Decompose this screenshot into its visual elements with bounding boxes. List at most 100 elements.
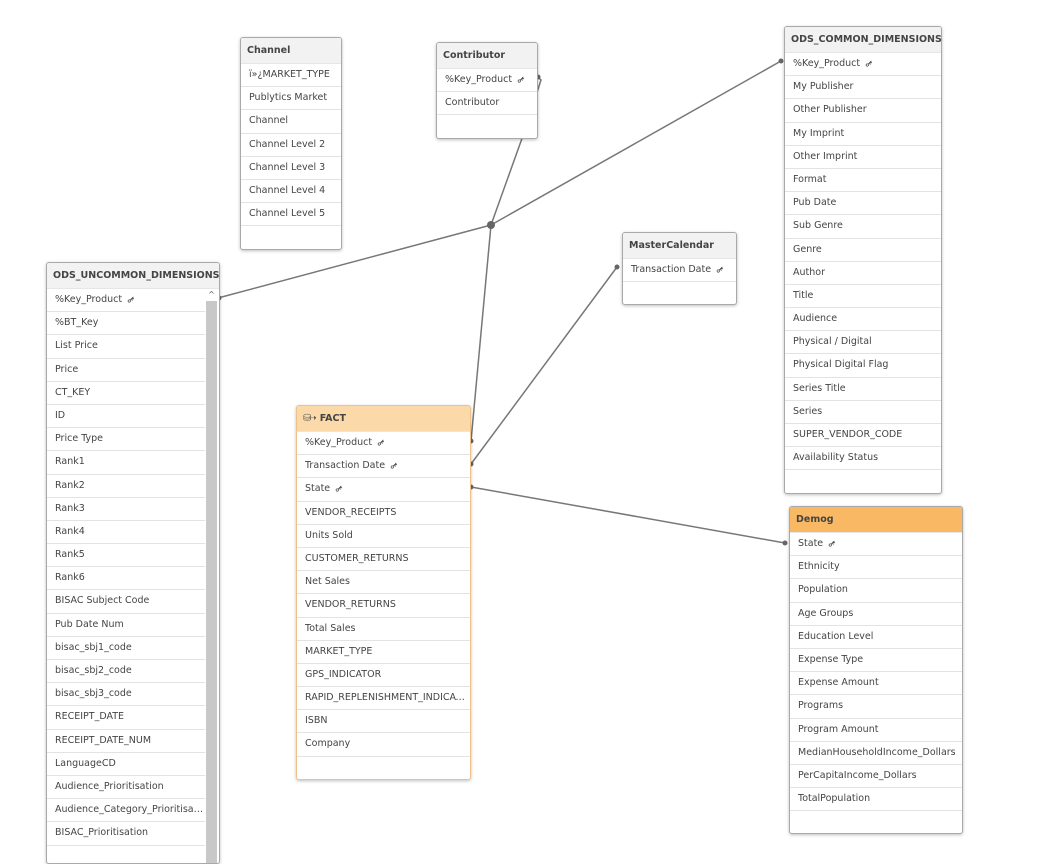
field-row[interactable]: Expense Type bbox=[790, 649, 962, 673]
field-row[interactable]: Program Amount bbox=[790, 719, 962, 742]
field-row[interactable]: Price bbox=[47, 359, 205, 382]
field-row[interactable]: RECEIPT_DATE bbox=[47, 706, 205, 730]
table-header[interactable]: Demog bbox=[790, 507, 962, 533]
field-row[interactable]: Channel Level 5 bbox=[241, 203, 341, 227]
field-row[interactable]: Transaction Date ⚷ bbox=[297, 455, 470, 479]
field-row[interactable]: VENDOR_RETURNS bbox=[297, 594, 470, 618]
link-hub-fact[interactable] bbox=[470, 224, 492, 442]
field-row[interactable]: Company bbox=[297, 733, 470, 757]
field-row[interactable]: %Key_Product ⚷ bbox=[437, 69, 537, 93]
field-row[interactable]: bisac_sbj1_code bbox=[47, 637, 205, 660]
field-row[interactable]: PerCapitaIncome_Dollars bbox=[790, 765, 962, 789]
field-row[interactable]: Publytics Market bbox=[241, 87, 341, 111]
field-row[interactable]: My Imprint bbox=[785, 123, 941, 146]
field-row[interactable]: Physical Digital Flag bbox=[785, 354, 941, 378]
field-row[interactable]: Series bbox=[785, 401, 941, 424]
field-row[interactable]: Programs bbox=[790, 695, 962, 719]
field-row[interactable]: State ⚷ bbox=[297, 478, 470, 502]
field-row[interactable]: Rank1 bbox=[47, 451, 205, 475]
field-row[interactable]: Population bbox=[790, 579, 962, 603]
field-row[interactable]: Transaction Date ⚷ bbox=[623, 259, 736, 283]
table-header[interactable]: Contributor bbox=[437, 43, 537, 69]
table-header[interactable]: ODS_COMMON_DIMENSIONS bbox=[785, 27, 941, 53]
field-row[interactable]: Audience bbox=[785, 308, 941, 332]
table-header[interactable]: MasterCalendar bbox=[623, 233, 736, 259]
table-ods-common[interactable]: ODS_COMMON_DIMENSIONS %Key_Product ⚷ My Pub… bbox=[784, 26, 942, 494]
field-row[interactable]: Rank2 bbox=[47, 475, 205, 498]
field-row[interactable]: SUPER_VENDOR_CODE bbox=[785, 424, 941, 448]
field-row[interactable]: ISBN bbox=[297, 710, 470, 734]
data-model-canvas[interactable]: Channel ï»¿MARKET_TYPE Publytics Market Cha… bbox=[0, 0, 1038, 864]
field-row[interactable]: Rank3 bbox=[47, 498, 205, 521]
field-row[interactable]: Format bbox=[785, 169, 941, 193]
field-row[interactable]: CUSTOMER_RETURNS bbox=[297, 548, 470, 572]
table-ods-uncommon[interactable]: ODS_UNCOMMON_DIMENSIONS %Key_Product ⚷ %BT_… bbox=[46, 262, 220, 864]
field-row[interactable]: RAPID_REPLENISHMENT_INDICATOR bbox=[297, 687, 470, 711]
field-row[interactable]: ID bbox=[47, 405, 205, 429]
field-row[interactable]: Expense Amount bbox=[790, 672, 962, 696]
field-row[interactable]: Other Publisher bbox=[785, 99, 941, 123]
field-row[interactable]: Author bbox=[785, 262, 941, 285]
field-row[interactable]: %Key_Product ⚷ bbox=[297, 432, 470, 456]
field-row[interactable]: Age Groups bbox=[790, 603, 962, 626]
vertical-scrollbar[interactable]: ^ bbox=[206, 289, 217, 863]
field-row[interactable]: Physical / Digital bbox=[785, 331, 941, 355]
link-fact-demog[interactable] bbox=[470, 486, 786, 544]
field-row[interactable]: Rank4 bbox=[47, 521, 205, 545]
field-row[interactable]: MARKET_TYPE bbox=[297, 641, 470, 664]
field-row[interactable]: Title bbox=[785, 285, 941, 309]
field-row[interactable]: Pub Date bbox=[785, 192, 941, 216]
field-row[interactable]: BISAC_Prioritisation bbox=[47, 822, 205, 846]
field-row[interactable]: GPS_INDICATOR bbox=[297, 664, 470, 688]
table-fact[interactable]: ⛁➝ FACT %Key_Product ⚷ Transaction Date ⚷ Stat… bbox=[296, 405, 471, 780]
field-row[interactable]: %BT_Key bbox=[47, 312, 205, 336]
field-row[interactable]: Channel bbox=[241, 110, 341, 134]
field-row[interactable]: Units Sold bbox=[297, 525, 470, 548]
field-row[interactable]: Availability Status bbox=[785, 447, 941, 471]
table-demog[interactable]: Demog State ⚷ Ethnicity Population Age Groups… bbox=[789, 506, 963, 835]
link-fact-mastercalendar[interactable] bbox=[470, 266, 618, 465]
table-header[interactable]: ⛁➝ FACT bbox=[297, 406, 470, 432]
field-row[interactable]: Genre bbox=[785, 239, 941, 262]
field-row[interactable]: Audience_Prioritisation bbox=[47, 776, 205, 800]
field-name: Price bbox=[55, 363, 79, 375]
field-row[interactable]: Rank6 bbox=[47, 567, 205, 591]
field-row[interactable]: Pub Date Num bbox=[47, 614, 205, 637]
table-contributor[interactable]: Contributor %Key_Product ⚷ Contributor bbox=[436, 42, 538, 139]
field-row[interactable]: BISAC Subject Code bbox=[47, 590, 205, 614]
table-header[interactable]: ODS_UNCOMMON_DIMENSIONS bbox=[47, 263, 219, 289]
field-row[interactable]: Total Sales bbox=[297, 618, 470, 641]
table-mastercalendar[interactable]: MasterCalendar Transaction Date ⚷ bbox=[622, 232, 737, 306]
field-row[interactable]: MedianHouseholdIncome_Dollars bbox=[790, 742, 962, 765]
field-row[interactable]: Education Level bbox=[790, 626, 962, 649]
field-row[interactable]: State ⚷ bbox=[790, 533, 962, 557]
field-row[interactable]: CT_KEY bbox=[47, 382, 205, 405]
field-row[interactable]: bisac_sbj3_code bbox=[47, 683, 205, 707]
field-row[interactable]: Series Title bbox=[785, 378, 941, 401]
chevron-up-icon[interactable]: ^ bbox=[206, 289, 217, 301]
field-row[interactable]: LanguageCD bbox=[47, 753, 205, 776]
field-row[interactable]: Price Type bbox=[47, 428, 205, 452]
field-row[interactable]: Audience_Category_Prioritisation bbox=[47, 799, 205, 823]
field-row[interactable]: Net Sales bbox=[297, 571, 470, 595]
field-row[interactable]: bisac_sbj2_code bbox=[47, 660, 205, 684]
field-row[interactable]: Other Imprint bbox=[785, 146, 941, 169]
field-row[interactable]: Channel Level 2 bbox=[241, 134, 341, 157]
field-row[interactable]: Rank5 bbox=[47, 544, 205, 568]
field-row[interactable]: VENDOR_RECEIPTS bbox=[297, 502, 470, 525]
field-row[interactable]: Channel Level 4 bbox=[241, 180, 341, 204]
field-row[interactable]: My Publisher bbox=[785, 76, 941, 100]
field-row[interactable]: TotalPopulation bbox=[790, 788, 962, 812]
field-row[interactable]: RECEIPT_DATE_NUM bbox=[47, 730, 205, 753]
table-header[interactable]: Channel bbox=[241, 38, 341, 64]
field-row[interactable]: Ethnicity bbox=[790, 556, 962, 580]
field-row[interactable]: List Price bbox=[47, 335, 205, 359]
field-row[interactable]: Channel Level 3 bbox=[241, 157, 341, 180]
field-row[interactable]: %Key_Product ⚷ bbox=[47, 289, 205, 313]
table-channel[interactable]: Channel ï»¿MARKET_TYPE Publytics Market Cha… bbox=[240, 37, 342, 250]
field-row[interactable]: ï»¿MARKET_TYPE bbox=[241, 64, 341, 88]
field-row[interactable]: Sub Genre bbox=[785, 215, 941, 239]
field-row[interactable]: %Key_Product ⚷ bbox=[785, 53, 941, 77]
link-hub-node[interactable] bbox=[487, 221, 495, 229]
field-row[interactable]: Contributor bbox=[437, 92, 537, 116]
